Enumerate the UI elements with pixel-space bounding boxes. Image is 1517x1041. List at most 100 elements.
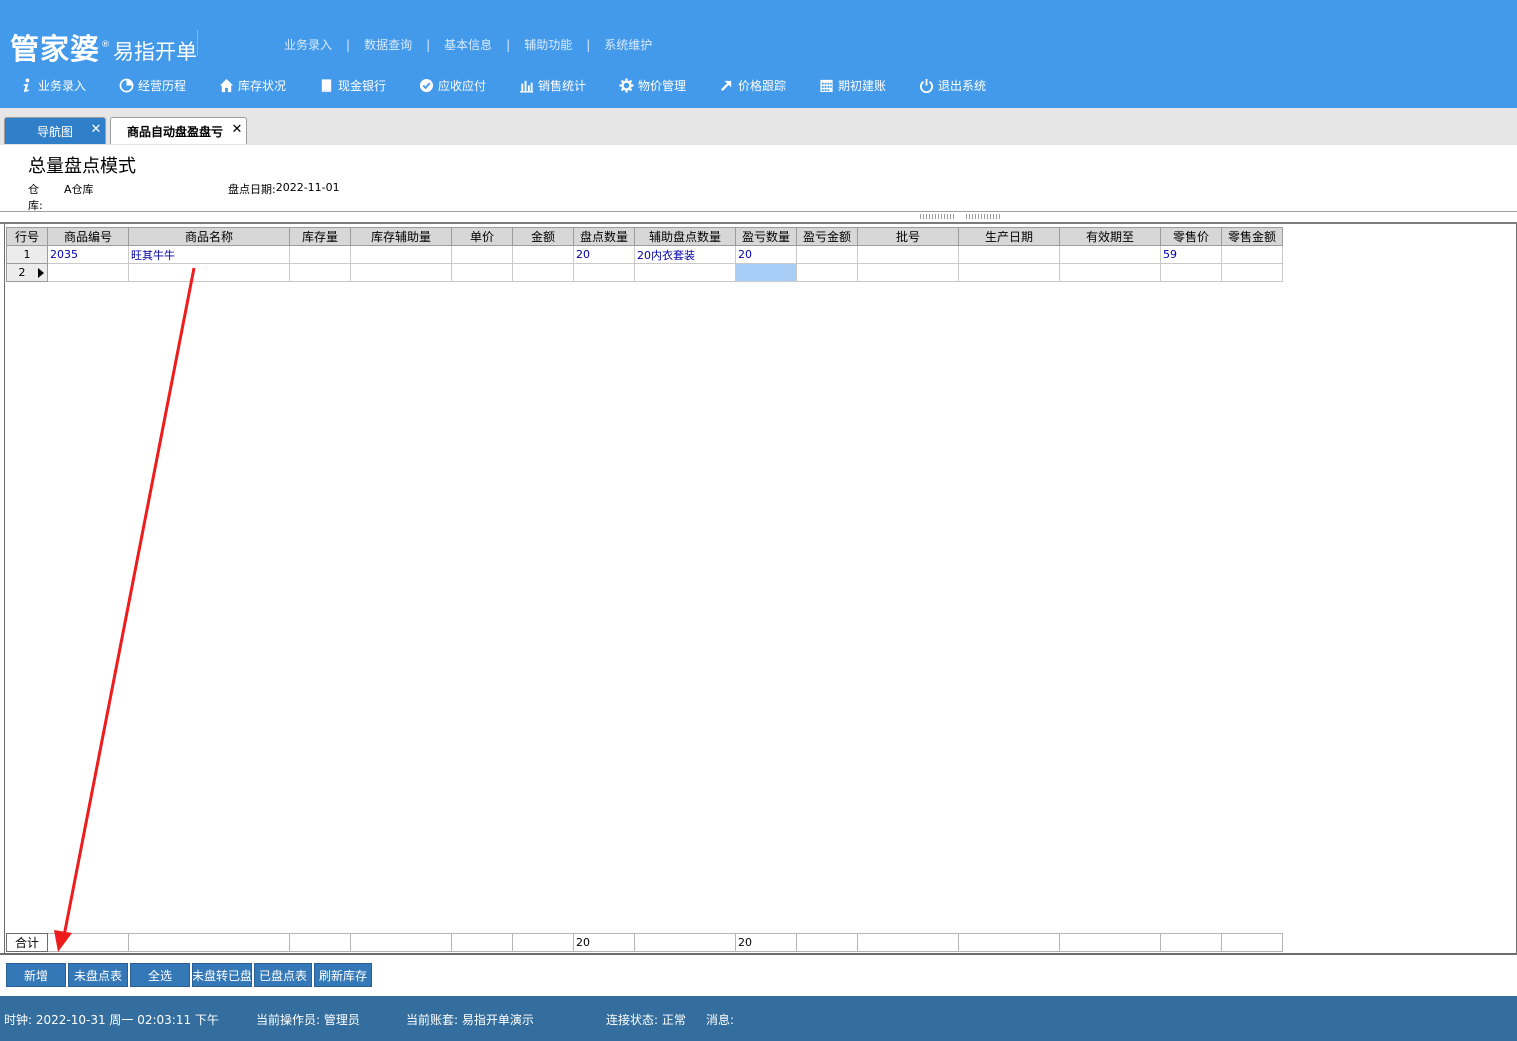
cell-retail-price[interactable]: 59	[1160, 245, 1222, 264]
topnav-aux-functions[interactable]: 辅助功能	[524, 36, 572, 53]
column-header[interactable]: 辅助盘点数量	[634, 227, 736, 246]
column-header[interactable]: 批号	[857, 227, 959, 246]
top-navigation: 业务录入 | 数据查询 | 基本信息 | 辅助功能 | 系统维护	[284, 36, 652, 53]
cell-profit-loss-amount[interactable]	[796, 263, 858, 282]
toolbar-business-history[interactable]: 经营历程	[118, 77, 218, 94]
column-header[interactable]: 商品名称	[128, 227, 290, 246]
cell-expiry-date[interactable]	[1059, 245, 1161, 264]
table-row[interactable]: 1 2035 旺其牛牛 20 20内衣套装 20 59	[6, 245, 1283, 264]
column-header[interactable]: 库存量	[289, 227, 351, 246]
column-header[interactable]: 行号	[6, 227, 48, 246]
topnav-system-maintenance[interactable]: 系统维护	[604, 36, 652, 53]
cell-stock-aux-qty[interactable]	[350, 263, 452, 282]
column-header[interactable]: 零售金额	[1221, 227, 1283, 246]
column-header[interactable]: 单价	[451, 227, 513, 246]
toolbar-inventory-status[interactable]: 库存状况	[218, 77, 318, 94]
column-header[interactable]: 金额	[512, 227, 574, 246]
cell-profit-loss-qty[interactable]: 20	[735, 245, 797, 264]
column-header[interactable]: 库存辅助量	[350, 227, 452, 246]
topnav-basic-info[interactable]: 基本信息	[444, 36, 492, 53]
topnav-separator: |	[346, 37, 351, 52]
cell-count-qty[interactable]	[573, 263, 635, 282]
cell-unit-price[interactable]	[451, 245, 513, 264]
cell-retail-amount[interactable]	[1221, 263, 1283, 282]
toolbar-label: 业务录入	[38, 78, 87, 93]
add-button[interactable]: 新增	[6, 963, 66, 987]
toolbar-receivable-payable[interactable]: 应收应付	[418, 77, 518, 94]
book-icon	[318, 77, 334, 93]
convert-uncounted-button[interactable]: 未盘转已盘	[192, 963, 252, 987]
close-icon[interactable]: ✕	[90, 123, 102, 136]
total-cell	[47, 933, 129, 952]
topnav-data-query[interactable]: 数据查询	[364, 36, 412, 53]
cell-production-date[interactable]	[958, 263, 1060, 282]
column-header[interactable]: 生产日期	[958, 227, 1060, 246]
row-number: 2	[6, 263, 48, 282]
toolbar-price-tracking[interactable]: 价格跟踪	[718, 77, 818, 94]
cell-product-code[interactable]	[47, 263, 129, 282]
cell-aux-count-qty[interactable]: 20内衣套装	[634, 245, 736, 264]
splitter-grip[interactable]	[920, 214, 1000, 220]
toolbar-cash-bank[interactable]: 现金银行	[318, 77, 418, 94]
cell-amount[interactable]	[512, 245, 574, 264]
stocktake-info: 仓 库: A仓库 盘点日期: 2022-11-01	[28, 181, 340, 213]
topnav-separator: |	[426, 37, 431, 52]
cell-stock-qty[interactable]	[289, 263, 351, 282]
cell-unit-price[interactable]	[451, 263, 513, 282]
tab-navigation-map[interactable]: 导航图 ✕	[4, 117, 106, 144]
select-all-button[interactable]: 全选	[130, 963, 190, 987]
calendar-icon	[818, 77, 834, 93]
toolbar-label: 库存状况	[238, 78, 287, 93]
toolbar-opening-balance[interactable]: 期初建账	[818, 77, 918, 94]
cell-expiry-date[interactable]	[1059, 263, 1161, 282]
column-header[interactable]: 盈亏金额	[796, 227, 858, 246]
cell-retail-amount[interactable]	[1221, 245, 1283, 264]
toolbar-sales-statistics[interactable]: 销售统计	[518, 77, 618, 94]
cell-production-date[interactable]	[958, 245, 1060, 264]
uncounted-list-button[interactable]: 未盘点表	[68, 963, 128, 987]
column-header[interactable]: 盘点数量	[573, 227, 635, 246]
column-header[interactable]: 商品编号	[47, 227, 129, 246]
cell-stock-aux-qty[interactable]	[350, 245, 452, 264]
topnav-business-entry[interactable]: 业务录入	[284, 36, 332, 53]
total-cell	[1221, 933, 1283, 952]
total-cell	[350, 933, 452, 952]
cell-product-code[interactable]: 2035	[47, 245, 129, 264]
toolbar-price-management[interactable]: 物价管理	[618, 77, 718, 94]
cell-profit-loss-amount[interactable]	[796, 245, 858, 264]
cell-batch-no[interactable]	[857, 263, 959, 282]
column-header[interactable]: 有效期至	[1059, 227, 1161, 246]
check-circle-icon	[418, 77, 434, 93]
cell-product-name[interactable]	[128, 263, 290, 282]
row-number: 1	[6, 245, 48, 264]
cell-profit-loss-qty-selected[interactable]	[735, 263, 797, 282]
total-cell	[1160, 933, 1222, 952]
gear-icon	[618, 77, 634, 93]
refresh-stock-button[interactable]: 刷新库存	[314, 963, 372, 987]
table-row[interactable]: 2	[6, 263, 1283, 282]
cell-aux-count-qty[interactable]	[634, 263, 736, 282]
total-profit-loss-qty: 20	[735, 933, 797, 952]
tab-auto-stocktake[interactable]: 商品自动盘盈盘亏 ✕	[110, 117, 247, 144]
action-bar: 新增 未盘点表 全选 未盘转已盘 已盘点表 刷新库存	[6, 963, 372, 987]
tab-label: 导航图	[37, 124, 74, 139]
counted-list-button[interactable]: 已盘点表	[254, 963, 312, 987]
date-label: 盘点日期:	[228, 183, 276, 196]
cell-batch-no[interactable]	[857, 245, 959, 264]
column-header[interactable]: 盈亏数量	[735, 227, 797, 246]
toolbar-label: 期初建账	[838, 78, 887, 93]
date-value: 2022-11-01	[275, 181, 340, 194]
app-window: 管家婆 ® 易指开单 业务录入 | 数据查询 | 基本信息 | 辅助功能 | 系…	[0, 0, 1517, 1041]
close-icon[interactable]: ✕	[231, 123, 243, 136]
column-header[interactable]: 零售价	[1160, 227, 1222, 246]
toolbar-business-entry[interactable]: 业务录入	[18, 77, 118, 94]
app-header: 管家婆 ® 易指开单 业务录入 | 数据查询 | 基本信息 | 辅助功能 | 系…	[0, 0, 1517, 66]
cell-count-qty[interactable]: 20	[573, 245, 635, 264]
cell-amount[interactable]	[512, 263, 574, 282]
toolbar-exit-system[interactable]: 退出系统	[918, 77, 1018, 94]
status-account: 当前账套: 易指开单演示	[406, 1013, 534, 1027]
status-message: 消息:	[706, 1013, 735, 1027]
cell-stock-qty[interactable]	[289, 245, 351, 264]
cell-product-name[interactable]: 旺其牛牛	[128, 245, 290, 264]
cell-retail-price[interactable]	[1160, 263, 1222, 282]
